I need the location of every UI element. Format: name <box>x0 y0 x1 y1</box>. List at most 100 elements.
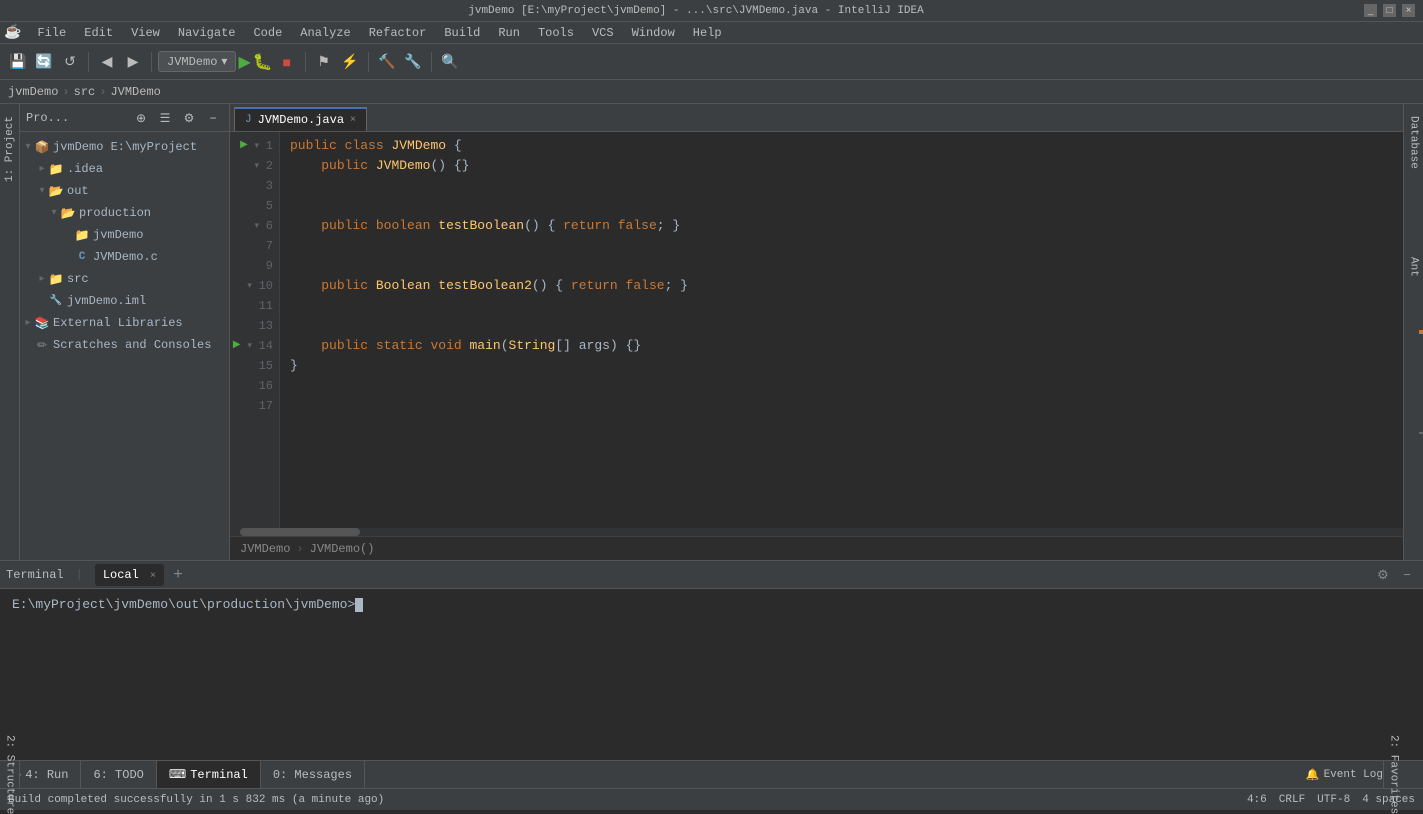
code-content[interactable]: public class JVMDemo { public JVMDemo() … <box>280 132 1403 528</box>
arrow-out: ▾ <box>36 185 48 197</box>
code-line-17 <box>290 396 1393 416</box>
search-everywhere-button[interactable]: 🔍 <box>438 50 462 74</box>
menu-help[interactable]: Help <box>685 23 730 43</box>
java-class-icon: C <box>74 249 90 265</box>
database-tab[interactable]: Database <box>1408 112 1420 173</box>
menu-bar: ☕ File Edit View Navigate Code Analyze R… <box>0 22 1423 44</box>
menu-build[interactable]: Build <box>436 23 488 43</box>
menu-vcs[interactable]: VCS <box>584 23 622 43</box>
run-gutter-1[interactable]: ▶ <box>240 136 248 156</box>
menu-refactor[interactable]: Refactor <box>361 23 435 43</box>
panel-options-button[interactable]: ☰ <box>155 108 175 128</box>
menu-view[interactable]: View <box>123 23 168 43</box>
todo-tool-tab[interactable]: 6: TODO <box>81 761 156 788</box>
tree-item-idea[interactable]: ▸ 📁 .idea <box>20 158 229 180</box>
build-menu-button[interactable]: 🔨 <box>375 50 399 74</box>
folder-production-icon: 📂 <box>60 205 76 221</box>
nav-item-jvmdemo[interactable]: jvmDemo <box>8 85 58 99</box>
run-config-selector[interactable]: JVMDemo ▾ <box>158 51 236 72</box>
breadcrumb-sep: › <box>296 542 303 556</box>
close-button[interactable]: × <box>1402 4 1415 17</box>
status-line-ending[interactable]: CRLF <box>1279 794 1305 806</box>
linenum-10: 10 <box>259 276 273 296</box>
status-bar: Build completed successfully in 1 s 832 … <box>0 788 1423 810</box>
linenum-11: 11 <box>259 296 273 316</box>
forward-button[interactable]: ▶ <box>121 50 145 74</box>
run-gutter-14[interactable]: ▶ <box>233 336 241 356</box>
nav-sep-2: › <box>99 85 106 99</box>
editor-tab-jvmdemo[interactable]: J JVMDemo.java × <box>234 107 367 131</box>
status-position[interactable]: 4:6 <box>1247 794 1267 806</box>
profiler-button[interactable]: ⚡ <box>338 50 362 74</box>
iml-icon: 🔧 <box>48 293 64 309</box>
tree-label-external-libs: External Libraries <box>53 316 183 330</box>
tree-item-jvmdemo-root[interactable]: ▾ 📦 jvmDemo E:\myProject <box>20 136 229 158</box>
panel-add-button[interactable]: ⊕ <box>131 108 151 128</box>
tree-item-out[interactable]: ▾ 📂 out <box>20 180 229 202</box>
bottom-panel: Terminal | Local × + ⚙ − E:\myProject\jv… <box>0 560 1423 760</box>
stop-button[interactable]: ■ <box>275 50 299 74</box>
tree-label-out: out <box>67 184 89 198</box>
event-log-button[interactable]: 🔔 Event Log <box>1306 768 1383 782</box>
tree-item-external-libs[interactable]: ▸ 📚 External Libraries <box>20 312 229 334</box>
menu-analyze[interactable]: Analyze <box>292 23 358 43</box>
terminal-tab-local[interactable]: Local × <box>95 564 164 586</box>
coverage-button[interactable]: ⚑ <box>312 50 336 74</box>
tree-item-scratches[interactable]: ✏ Scratches and Consoles <box>20 334 229 356</box>
panel-hide-button[interactable]: − <box>203 108 223 128</box>
breadcrumb-method[interactable]: JVMDemo() <box>310 542 375 556</box>
add-terminal-button[interactable]: + <box>168 566 188 584</box>
scratches-icon: ✏ <box>34 337 50 353</box>
terminal-tool-tab[interactable]: ⌨ Terminal <box>157 761 261 788</box>
nav-item-jvmdemo-class[interactable]: JVMDemo <box>110 85 160 99</box>
refresh-button[interactable]: ↺ <box>58 50 82 74</box>
panel-settings-button[interactable]: ⚙ <box>179 108 199 128</box>
nav-sep-1: › <box>62 85 69 99</box>
terminal-content[interactable]: E:\myProject\jvmDemo\out\production\jvmD… <box>0 589 1423 760</box>
linenum-5: 5 <box>266 196 273 216</box>
project-panel-title: Pro... <box>26 111 127 125</box>
favorites-side-tab[interactable]: 2: Favorites <box>1383 761 1403 788</box>
horizontal-scrollbar[interactable] <box>230 528 1403 536</box>
ant-tab[interactable]: Ant <box>1408 253 1420 281</box>
tab-close-button[interactable]: × <box>350 115 356 126</box>
run-button[interactable]: ▶ <box>238 52 250 72</box>
folder-jvmdemo-sub-icon: 📁 <box>74 227 90 243</box>
nav-item-src[interactable]: src <box>74 85 96 99</box>
menu-tools[interactable]: Tools <box>530 23 582 43</box>
tree-item-production[interactable]: ▾ 📂 production <box>20 202 229 224</box>
breadcrumb-jvmdemo[interactable]: JVMDemo <box>240 542 290 556</box>
messages-tool-tab[interactable]: 0: Messages <box>261 761 365 788</box>
menu-edit[interactable]: Edit <box>76 23 121 43</box>
sync-button[interactable]: 🔄 <box>32 50 56 74</box>
terminal-settings-button[interactable]: ⚙ <box>1373 565 1393 585</box>
menu-run[interactable]: Run <box>490 23 528 43</box>
toolbar-separator-2 <box>151 52 152 72</box>
project-panel: Pro... ⊕ ☰ ⚙ − ▾ 📦 jvmDemo E:\myProject … <box>20 104 230 560</box>
tree-label-jvmdemo-sub: jvmDemo <box>93 228 143 242</box>
status-encoding[interactable]: UTF-8 <box>1317 794 1350 806</box>
save-button[interactable]: 💾 <box>6 50 30 74</box>
tree-item-iml[interactable]: 🔧 jvmDemo.iml <box>20 290 229 312</box>
title-bar: jvmDemo [E:\myProject\jvmDemo] - ...\src… <box>0 0 1423 22</box>
menu-window[interactable]: Window <box>624 23 683 43</box>
project-side-tab[interactable]: 1: Project <box>2 108 18 190</box>
run-tab-label: 4: Run <box>25 768 68 782</box>
editor-tabs: J JVMDemo.java × <box>230 104 1403 132</box>
tree-item-jvmdemo-sub[interactable]: 📁 jvmDemo <box>20 224 229 246</box>
tab-java-icon: J <box>245 114 252 126</box>
tree-item-jvmdemo-class[interactable]: C JVMDemo.c <box>20 246 229 268</box>
structure-side-tab[interactable]: 2: Structure <box>0 761 20 788</box>
back-button[interactable]: ◀ <box>95 50 119 74</box>
minimize-button[interactable]: _ <box>1364 4 1377 17</box>
menu-navigate[interactable]: Navigate <box>170 23 244 43</box>
menu-code[interactable]: Code <box>245 23 290 43</box>
maximize-button[interactable]: □ <box>1383 4 1396 17</box>
tree-item-src[interactable]: ▸ 📁 src <box>20 268 229 290</box>
debug-button[interactable]: 🐛 <box>253 52 273 72</box>
sdk-button[interactable]: 🔧 <box>401 50 425 74</box>
menu-file[interactable]: File <box>29 23 74 43</box>
folder-idea-icon: 📁 <box>48 161 64 177</box>
terminal-minimize-button[interactable]: − <box>1397 565 1417 585</box>
local-tab-close[interactable]: × <box>150 571 156 582</box>
